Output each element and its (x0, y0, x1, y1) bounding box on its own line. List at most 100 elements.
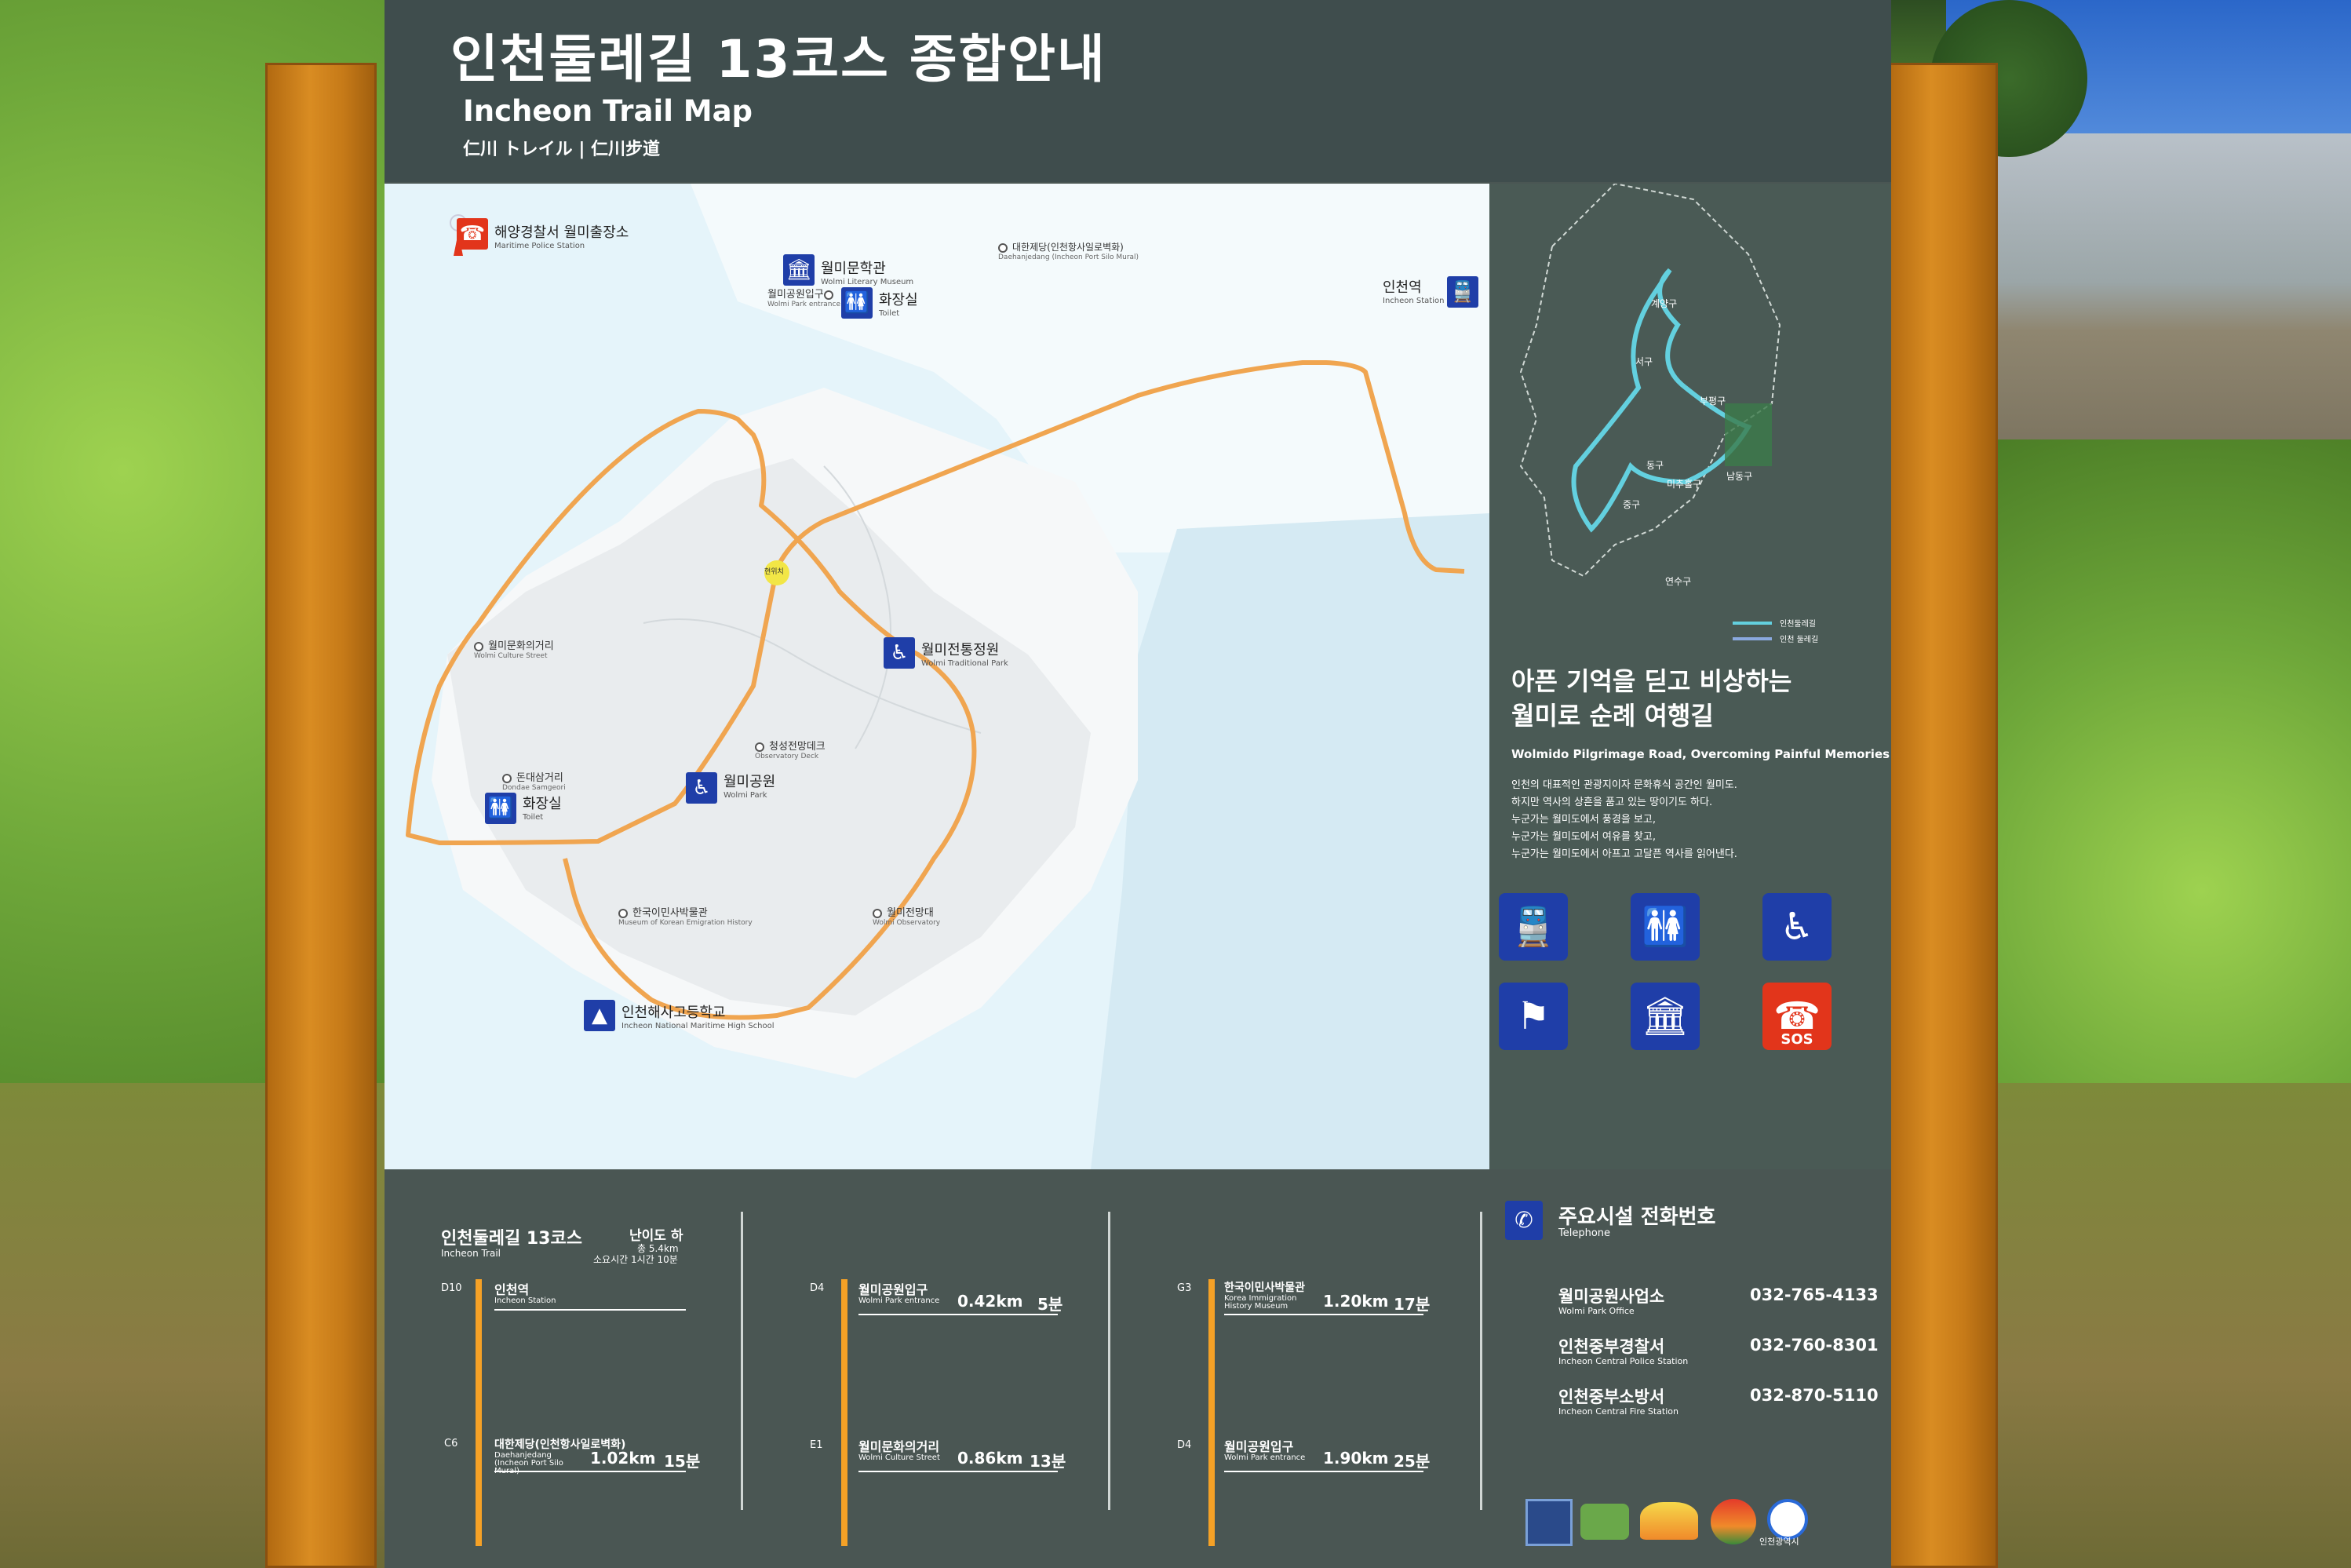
stop-name: 월미공원입구 (858, 1282, 928, 1297)
stop-name-en: Wolmi Park entrance (1224, 1453, 1306, 1462)
park-rest-icon: ♿ (884, 637, 915, 669)
park-rest-icon-2: ♿ (686, 772, 717, 804)
museum-icon: 🏛 (783, 254, 815, 286)
district-label: 계양구 (1651, 298, 1678, 309)
place-police: 해양경찰서 월미출장소 Maritime Police Station (494, 224, 629, 250)
place-daehan: 대한제당(인천항사일로벽화) Daehanjedang (Incheon Port… (998, 242, 1139, 261)
place-observatory: 월미전망대 Wolmi Observatory (873, 907, 941, 927)
stop-time: 5분 (1037, 1295, 1063, 1314)
wooden-post-left (265, 63, 377, 1568)
school-icon: ▲ (584, 1000, 615, 1031)
tel-facility-en: Incheon Central Police Station (1558, 1356, 1689, 1366)
train-icon: 🚆 (1447, 276, 1478, 308)
place-station: 인천역 Incheon Station (1383, 279, 1445, 305)
board-subtitle-alt: 仁川 トレイル | 仁川步道 (463, 140, 661, 159)
trail-logo (1580, 1504, 1629, 1540)
legend-label: 인천둘레길 (1780, 620, 1816, 629)
stop-distance: 0.86km (957, 1449, 1023, 1468)
museum-icon: 🏛 (1631, 983, 1700, 1050)
info-body: 인천의 대표적인 관광지이자 문화휴식 공간인 월미도. 하지만 역사의 상흔을… (1511, 779, 1737, 860)
stop-name: 월미공원입구 (1224, 1439, 1294, 1454)
stop-name: 월미문화의거리 (858, 1439, 940, 1454)
current-location-label: 현위치 (764, 568, 784, 576)
stop-code: C6 (444, 1438, 458, 1449)
course-time: 소요시간 1시간 10분 (593, 1254, 678, 1265)
place-wolmi-park: 월미공원 Wolmi Park (724, 774, 776, 800)
info-panel: 계양구 서구 부평구 남동구 미추홀구 연수구 중구 동구 인천둘레길 인천 둘… (1489, 184, 1891, 1169)
toilet-icon-2: 🚻 (485, 793, 516, 824)
stop-distance: 0.42km (957, 1292, 1023, 1311)
info-title: 아픈 기억을 딛고 비상하는 월미로 순례 여행길 (1511, 666, 1792, 731)
stop-code: E1 (810, 1439, 823, 1451)
sos-phone-icon: ☎ (457, 218, 488, 250)
stop-code: D4 (1177, 1439, 1192, 1451)
district-label: 동구 (1646, 460, 1664, 471)
route-bar (1208, 1279, 1215, 1546)
district-label: 중구 (1623, 499, 1641, 510)
course-title: 인천둘레길 13코스 (441, 1229, 582, 1249)
tel-facility: 월미공원사업소 (1558, 1287, 1665, 1306)
place-culture-street: 월미문화의거리 Wolmi Culture Street (474, 640, 554, 660)
stop-distance: 1.02km (590, 1449, 656, 1468)
stop-code: G3 (1177, 1282, 1192, 1294)
phone-icon: ✆ (1505, 1201, 1543, 1240)
telephone-title: 주요시설 전화번호 (1558, 1205, 1716, 1229)
mascot-logo (1640, 1502, 1698, 1540)
place-museum: 월미문학관 Wolmi Literary Museum (821, 261, 914, 286)
stop-time: 13분 (1030, 1452, 1066, 1471)
observatory-icon: ⚑ (1499, 983, 1568, 1050)
tel-facility-en: Wolmi Park Office (1558, 1306, 1635, 1316)
place-dondae: 돈대삼거리 Dondae Samgeori (502, 772, 566, 792)
place-toilet-top: 화장실 Toilet (879, 292, 918, 318)
board-title: 인천둘레길 13코스 종합안내 (450, 29, 1106, 89)
stop-name: 인천역 (494, 1282, 530, 1297)
stop-distance: 1.90km (1323, 1449, 1389, 1468)
board-subtitle: Incheon Trail Map (463, 94, 753, 128)
sos-phone-icon: ☎ SOS (1762, 983, 1832, 1050)
incheon-outline (1519, 184, 1781, 578)
stop-name-en: Incheon Station (494, 1296, 556, 1305)
stop-time: 17분 (1394, 1295, 1431, 1314)
stop-time: 25분 (1394, 1452, 1431, 1471)
district-label: 남동구 (1726, 471, 1753, 482)
tel-facility: 인천중부경찰서 (1558, 1337, 1665, 1356)
stop-name-en: Korea Immigration History Museum (1224, 1294, 1297, 1311)
stop-code: D4 (810, 1282, 825, 1294)
park-rest-icon: ♿ (1762, 893, 1832, 961)
city-logo-text: 인천광역시 (1759, 1537, 1799, 1547)
board-header: 인천둘레길 13코스 종합안내 Incheon Trail Map 仁川 トレイ… (385, 0, 1891, 182)
place-emigration-museum: 한국이민사박물관 Museum of Korean Emigration Hist… (618, 907, 753, 927)
route-bar (476, 1279, 482, 1546)
incheon-city-logo (1767, 1499, 1808, 1540)
column-divider (741, 1212, 743, 1510)
info-subtitle: Wolmido Pilgrimage Road, Overcoming Pain… (1511, 747, 1890, 761)
district-label: 미추홀구 (1667, 479, 1702, 490)
stone-building (1993, 133, 2351, 463)
column-divider (1108, 1212, 1110, 1510)
stop-name: 한국이민사박물관 (1224, 1282, 1306, 1294)
course-panel: 인천둘레길 13코스 Incheon Trail 난이도 하 총 5.4km 소… (385, 1169, 1891, 1568)
district-label: 서구 (1635, 356, 1653, 367)
qr-code (1525, 1499, 1573, 1546)
course-title-en: Incheon Trail (441, 1248, 501, 1259)
district-label: 연수구 (1665, 576, 1692, 587)
green-belt (1725, 403, 1772, 466)
stop-code: D10 (441, 1282, 462, 1294)
legend-label: 인천 둘레길 (1780, 636, 1819, 644)
tel-facility-en: Incheon Central Fire Station (1558, 1406, 1679, 1417)
place-traditional-park: 월미전통정원 Wolmi Traditional Park (921, 642, 1008, 668)
trail-map: ☎ 해양경찰서 월미출장소 Maritime Police Station 🏛 월… (385, 184, 1489, 1169)
telephone-title-en: Telephone (1558, 1227, 1611, 1239)
emblem-logo (1711, 1499, 1756, 1544)
route-bar (841, 1279, 847, 1546)
place-park-entrance: 월미공원입구 Wolmi Park entrance (767, 289, 840, 308)
map-canvas (385, 184, 1489, 1169)
tel-facility: 인천중부소방서 (1558, 1387, 1665, 1406)
stop-time: 15분 (664, 1452, 701, 1471)
toilet-icon: 🚻 (841, 287, 873, 319)
place-high-school: 인천해사고등학교 Incheon National Maritime High S… (621, 1005, 775, 1030)
stop-name-en: Wolmi Park entrance (858, 1296, 940, 1305)
train-icon: 🚆 (1499, 893, 1568, 961)
tel-number: 032-765-4133 (1750, 1285, 1879, 1304)
stop-name-en: Wolmi Culture Street (858, 1453, 940, 1462)
